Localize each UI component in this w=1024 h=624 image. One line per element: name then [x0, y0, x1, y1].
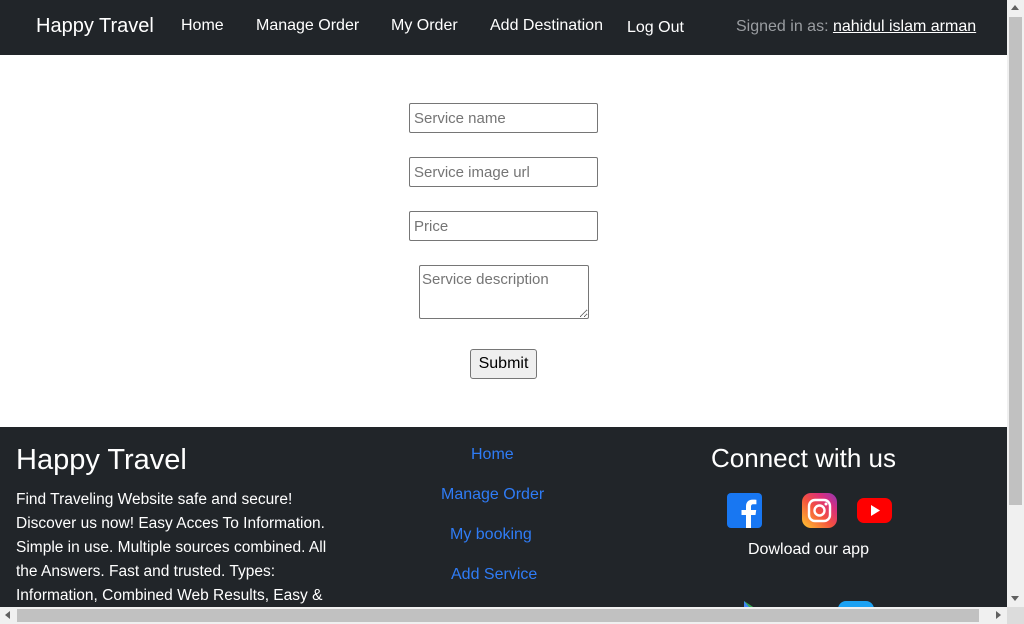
navbar-brand[interactable]: Happy Travel: [36, 15, 154, 38]
service-image-url-input[interactable]: [409, 157, 598, 187]
vertical-scrollbar-thumb[interactable]: [1009, 17, 1022, 505]
horizontal-scrollbar-thumb[interactable]: [17, 609, 979, 622]
scroll-down-arrow-icon[interactable]: [1011, 596, 1019, 601]
youtube-icon[interactable]: [857, 498, 892, 528]
footer-link-manage-order[interactable]: Manage Order: [441, 486, 544, 504]
price-input[interactable]: [409, 211, 598, 241]
nav-home[interactable]: Home: [181, 17, 224, 35]
connect-title: Connect with us: [711, 443, 896, 473]
google-play-icon[interactable]: [740, 599, 770, 607]
download-app-text: Dowload our app: [748, 541, 869, 558]
nav-manage-order[interactable]: Manage Order: [256, 17, 359, 35]
footer-link-my-booking[interactable]: My booking: [450, 526, 532, 544]
service-description-textarea[interactable]: [419, 265, 589, 319]
footer-link-add-service[interactable]: Add Service: [451, 566, 537, 584]
navbar: Happy Travel Home Manage Order My Order …: [0, 0, 1007, 55]
scrollbar-corner: [1007, 607, 1024, 624]
nav-my-order[interactable]: My Order: [391, 17, 458, 35]
nav-log-out[interactable]: Log Out: [627, 19, 684, 37]
instagram-icon[interactable]: [802, 493, 837, 533]
page-viewport: Happy Travel Home Manage Order My Order …: [0, 0, 1007, 607]
footer-brand: Happy Travel: [16, 444, 187, 476]
service-name-input[interactable]: [409, 103, 598, 133]
scroll-right-arrow-icon[interactable]: [996, 611, 1001, 619]
user-name-link[interactable]: nahidul islam arman: [833, 18, 976, 35]
scroll-left-arrow-icon[interactable]: [5, 611, 10, 619]
submit-button[interactable]: Submit: [470, 349, 537, 379]
facebook-icon[interactable]: [727, 493, 762, 533]
footer: Happy Travel Find Traveling Website safe…: [0, 427, 1007, 607]
signed-in-status: Signed in as: nahidul islam arman: [736, 18, 976, 36]
signed-in-label: Signed in as:: [736, 18, 833, 35]
footer-description: Find Traveling Website safe and secure! …: [16, 491, 327, 604]
scroll-up-arrow-icon[interactable]: [1011, 5, 1019, 10]
footer-link-home[interactable]: Home: [471, 446, 514, 464]
nav-add-destination[interactable]: Add Destination: [490, 17, 603, 35]
